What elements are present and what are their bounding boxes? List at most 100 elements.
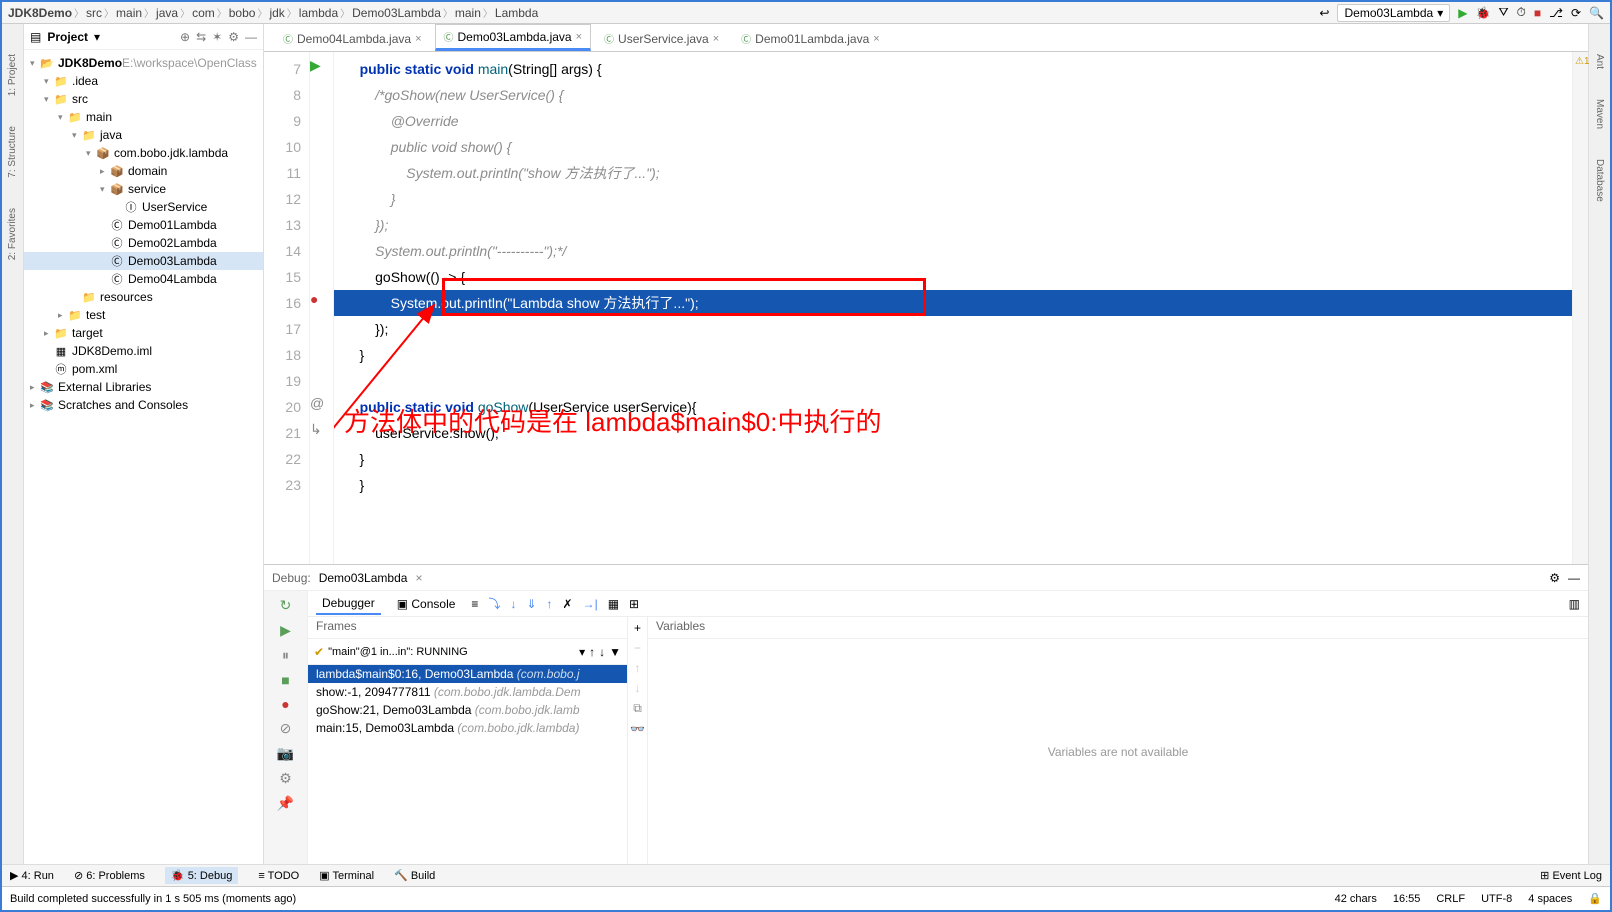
remove-watch-icon[interactable]: − xyxy=(634,641,641,655)
drop-frame-icon[interactable]: ✗ xyxy=(563,597,573,611)
pause-icon[interactable]: ⏸ xyxy=(282,647,289,664)
breadcrumb-item[interactable]: src xyxy=(86,6,102,20)
code-content[interactable]: 方法体中的代码是在 lambda$main$0:中执行的 public stat… xyxy=(334,52,1572,564)
frames-list[interactable]: lambda$main$0:16, Demo03Lambda (com.bobo… xyxy=(308,665,627,864)
breadcrumb-item[interactable]: Demo03Lambda xyxy=(352,6,441,20)
git-icon[interactable]: ⎇ xyxy=(1549,6,1563,20)
run-config-selector[interactable]: Demo03Lambda ▾ xyxy=(1337,4,1450,22)
breadcrumb-item[interactable]: lambda xyxy=(299,6,338,20)
hide-icon[interactable]: — xyxy=(245,30,257,44)
tab-debugger[interactable]: Debugger xyxy=(316,593,381,615)
pin-icon[interactable]: 📌 xyxy=(277,795,294,812)
tree-item[interactable]: ⒾUserService xyxy=(24,198,263,216)
tree-item[interactable]: ▸📁target xyxy=(24,324,263,342)
breadcrumb[interactable]: JDK8Demo〉src〉main〉java〉com〉bobo〉jdk〉lamb… xyxy=(8,5,1315,20)
camera-icon[interactable]: 📷 xyxy=(277,745,294,762)
maven-tool-button[interactable]: Maven xyxy=(1594,99,1605,129)
debug-tabs[interactable]: Debugger ▣ Console ≡ ⤵ ↓ ⇓ ↑ ✗ →| ▦ ⊞ ▥ xyxy=(308,591,1588,617)
editor-tab[interactable]: ⒸDemo01Lambda.java× xyxy=(732,26,889,51)
tree-item[interactable]: 📁resources xyxy=(24,288,263,306)
rerun-icon[interactable]: ↻ xyxy=(280,597,292,614)
run-tool-button[interactable]: ▶ 4: Run xyxy=(10,869,54,882)
tree-item[interactable]: ▾📦service xyxy=(24,180,263,198)
breadcrumb-item[interactable]: jdk xyxy=(269,6,284,20)
filter-icon[interactable]: ▼ xyxy=(609,645,621,659)
tree-item[interactable]: ▦JDK8Demo.iml xyxy=(24,342,263,360)
tree-item[interactable]: ▾📁main xyxy=(24,108,263,126)
breadcrumb-item[interactable]: main xyxy=(116,6,142,20)
editor-tabs[interactable]: ⒸDemo04Lambda.java×ⒸDemo03Lambda.java×ⒸU… xyxy=(264,24,1588,52)
code-line[interactable]: }); xyxy=(334,316,1572,342)
copy-icon[interactable]: ⧉ xyxy=(633,701,642,716)
down-icon[interactable]: ↓ xyxy=(635,681,641,695)
lock-icon[interactable]: 🔒 xyxy=(1588,892,1602,905)
glass-icon[interactable]: 👓 xyxy=(630,722,645,736)
locate-icon[interactable]: ⊕ xyxy=(180,30,190,44)
frame-row[interactable]: show:-1, 2094777811 (com.bobo.jdk.lambda… xyxy=(308,683,627,701)
status-enc[interactable]: UTF-8 xyxy=(1481,893,1512,905)
tree-item[interactable]: ▸📦domain xyxy=(24,162,263,180)
tab-console[interactable]: ▣ Console xyxy=(391,594,462,614)
threads-icon[interactable]: ≡ xyxy=(471,597,478,611)
gear-icon[interactable]: ⚙ xyxy=(1549,571,1560,585)
settings-icon[interactable]: ⚙ xyxy=(279,770,292,787)
tree-item[interactable]: ▾📦com.bobo.jdk.lambda xyxy=(24,144,263,162)
search-icon[interactable]: 🔍 xyxy=(1589,6,1604,20)
tree-item[interactable]: ⒸDemo04Lambda xyxy=(24,270,263,288)
tree-item[interactable]: ⒸDemo02Lambda xyxy=(24,234,263,252)
chevron-down-icon[interactable]: ▾ xyxy=(94,30,100,44)
code-line[interactable]: public void show() { xyxy=(334,134,1572,160)
tree-item[interactable]: ▸📁test xyxy=(24,306,263,324)
build-tool-button[interactable]: 🔨 Build xyxy=(394,869,435,882)
code-line[interactable]: @Override xyxy=(334,108,1572,134)
tree-item[interactable]: ⒸDemo01Lambda xyxy=(24,216,263,234)
layout-icon[interactable]: ▥ xyxy=(1569,597,1580,611)
chevron-down-icon[interactable]: ▾ xyxy=(579,645,585,659)
project-tree[interactable]: ▾📂JDK8Demo E:\workspace\OpenClass▾📁.idea… xyxy=(24,50,263,864)
status-indent[interactable]: 4 spaces xyxy=(1528,893,1572,905)
step-out-icon[interactable]: ↑ xyxy=(547,597,553,611)
ant-tool-button[interactable]: Ant xyxy=(1594,54,1605,69)
collapse-icon[interactable]: ✶ xyxy=(212,30,222,44)
terminal-tool-button[interactable]: ▣ Terminal xyxy=(319,869,374,882)
editor-tab[interactable]: ⒸDemo03Lambda.java× xyxy=(435,24,592,51)
tree-item[interactable]: ▸📚Scratches and Consoles xyxy=(24,396,263,414)
tree-item[interactable]: ▸📚External Libraries xyxy=(24,378,263,396)
add-watch-icon[interactable]: + xyxy=(634,621,641,635)
stop-icon[interactable]: ■ xyxy=(281,672,289,688)
tree-item[interactable]: ▾📁.idea xyxy=(24,72,263,90)
favorites-tool-button[interactable]: 2: Favorites xyxy=(7,208,18,260)
code-line[interactable]: } xyxy=(334,446,1572,472)
thread-selector[interactable]: "main"@1 in...in": RUNNING xyxy=(328,646,575,658)
debug-icon[interactable]: 🐞 xyxy=(1475,6,1490,20)
code-line[interactable]: } xyxy=(334,472,1572,498)
step-into-icon[interactable]: ↓ xyxy=(510,597,516,611)
code-line[interactable]: System.out.println("show 方法执行了..."); xyxy=(334,160,1572,186)
editor-tab[interactable]: ⒸDemo04Lambda.java× xyxy=(274,26,431,51)
evaluate-icon[interactable]: ▦ xyxy=(608,597,619,611)
frame-row[interactable]: main:15, Demo03Lambda (com.bobo.jdk.lamb… xyxy=(308,719,627,737)
breadcrumb-item[interactable]: Lambda xyxy=(495,6,538,20)
gear-icon[interactable]: ⚙ xyxy=(228,30,239,44)
event-log-button[interactable]: ⊞ Event Log xyxy=(1540,869,1602,882)
breadcrumb-item[interactable]: main xyxy=(455,6,481,20)
code-line[interactable]: public static void main(String[] args) { xyxy=(334,56,1572,82)
expand-icon[interactable]: ⇆ xyxy=(196,30,206,44)
trace-icon[interactable]: ⊞ xyxy=(629,597,639,611)
problems-tool-button[interactable]: ⊘ 6: Problems xyxy=(74,869,145,882)
editor-tab[interactable]: ⒸUserService.java× xyxy=(595,26,728,51)
resume-icon[interactable]: ▶ xyxy=(280,622,291,639)
profile-icon[interactable]: ⏱ xyxy=(1517,5,1526,20)
close-icon[interactable]: × xyxy=(415,571,422,585)
code-line[interactable] xyxy=(334,368,1572,394)
warning-indicator[interactable]: ⚠1 xyxy=(1575,56,1590,67)
coverage-icon[interactable]: ⛛ xyxy=(1498,5,1508,20)
structure-tool-button[interactable]: 7: Structure xyxy=(7,126,18,178)
editor-scrollbar[interactable]: ⚠1 xyxy=(1572,52,1588,564)
code-line[interactable]: } xyxy=(334,186,1572,212)
next-frame-icon[interactable]: ↓ xyxy=(599,645,605,659)
run-icon[interactable]: ▶ xyxy=(1458,6,1467,20)
database-tool-button[interactable]: Database xyxy=(1594,159,1605,202)
tree-item[interactable]: ▾📁java xyxy=(24,126,263,144)
frame-row[interactable]: lambda$main$0:16, Demo03Lambda (com.bobo… xyxy=(308,665,627,683)
